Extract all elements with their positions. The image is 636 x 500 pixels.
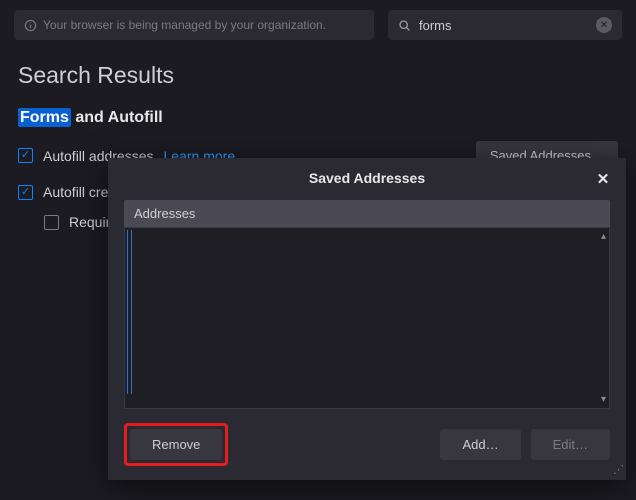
add-button[interactable]: Add… [440, 429, 520, 460]
page-title: Search Results [0, 40, 636, 99]
info-icon [24, 19, 37, 32]
resize-grip-icon[interactable]: ⋰ [613, 463, 622, 476]
search-icon [398, 19, 411, 32]
section-title-highlight: Forms [18, 108, 71, 127]
require-checkbox[interactable] [44, 215, 59, 230]
org-managed-text[interactable]: Your browser is being managed by your or… [43, 18, 326, 32]
section-title-rest: and Autofill [71, 109, 163, 126]
section-title: Forms and Autofill [18, 109, 618, 127]
remove-button-highlight: Remove [124, 423, 228, 466]
remove-button[interactable]: Remove [130, 429, 222, 460]
edit-button[interactable]: Edit… [531, 429, 610, 460]
clear-search-icon[interactable]: ✕ [596, 17, 612, 33]
search-input[interactable]: forms ✕ [388, 10, 622, 40]
autofill-credit-checkbox[interactable] [18, 185, 33, 200]
addresses-listbox[interactable]: ▴ ▾ [124, 227, 610, 409]
addresses-column-header[interactable]: Addresses [124, 200, 610, 227]
saved-addresses-dialog: Saved Addresses ✕ Addresses ▴ ▾ Remove A… [108, 158, 626, 480]
close-icon[interactable]: ✕ [592, 168, 614, 190]
org-managed-banner: Your browser is being managed by your or… [14, 10, 374, 40]
scroll-up-icon[interactable]: ▴ [601, 231, 606, 242]
search-value: forms [419, 18, 452, 33]
autofill-addresses-checkbox[interactable] [18, 148, 33, 163]
scroll-down-icon[interactable]: ▾ [601, 394, 606, 405]
list-selection-indicator [127, 230, 132, 394]
dialog-title: Saved Addresses [309, 170, 425, 186]
